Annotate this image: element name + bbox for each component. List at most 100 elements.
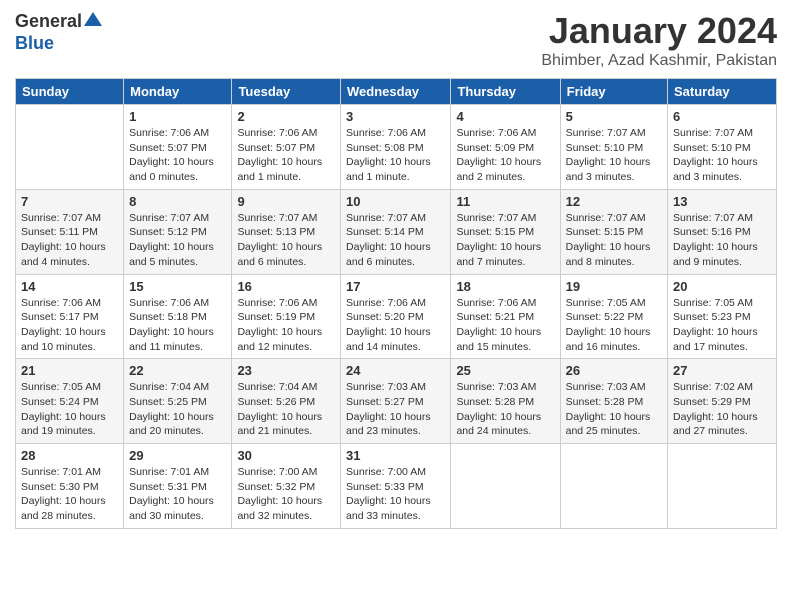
calendar-cell: 29 Sunrise: 7:01 AM Sunset: 5:31 PM Dayli… (124, 444, 232, 529)
day-number: 9 (237, 194, 335, 209)
day-number: 22 (129, 363, 226, 378)
weekday-header-monday: Monday (124, 79, 232, 105)
day-info: Sunrise: 7:06 AM Sunset: 5:19 PM Dayligh… (237, 296, 335, 355)
day-number: 3 (346, 109, 445, 124)
day-number: 13 (673, 194, 771, 209)
logo-blue-text: Blue (15, 33, 54, 54)
day-info: Sunrise: 7:06 AM Sunset: 5:17 PM Dayligh… (21, 296, 118, 355)
calendar-cell: 12 Sunrise: 7:07 AM Sunset: 5:15 PM Dayli… (560, 189, 667, 274)
day-info: Sunrise: 7:05 AM Sunset: 5:22 PM Dayligh… (566, 296, 662, 355)
calendar-cell: 24 Sunrise: 7:03 AM Sunset: 5:27 PM Dayli… (341, 359, 451, 444)
calendar-table: SundayMondayTuesdayWednesdayThursdayFrid… (15, 78, 777, 529)
day-info: Sunrise: 7:06 AM Sunset: 5:07 PM Dayligh… (237, 126, 335, 185)
calendar-cell: 1 Sunrise: 7:06 AM Sunset: 5:07 PM Daylig… (124, 105, 232, 190)
calendar-cell: 8 Sunrise: 7:07 AM Sunset: 5:12 PM Daylig… (124, 189, 232, 274)
weekday-header-saturday: Saturday (668, 79, 777, 105)
calendar-cell: 11Sunrise: 7:07 AM Sunset: 5:15 PM Dayli… (451, 189, 560, 274)
calendar-cell: 3 Sunrise: 7:06 AM Sunset: 5:08 PM Daylig… (341, 105, 451, 190)
day-info: Sunrise: 7:07 AM Sunset: 5:10 PM Dayligh… (566, 126, 662, 185)
calendar-cell: 18 Sunrise: 7:06 AM Sunset: 5:21 PM Dayli… (451, 274, 560, 359)
weekday-header-row: SundayMondayTuesdayWednesdayThursdayFrid… (16, 79, 777, 105)
weekday-header-wednesday: Wednesday (341, 79, 451, 105)
day-number: 30 (237, 448, 335, 463)
calendar-cell: 21Sunrise: 7:05 AM Sunset: 5:24 PM Dayli… (16, 359, 124, 444)
day-info: Sunrise: 7:06 AM Sunset: 5:09 PM Dayligh… (456, 126, 554, 185)
day-number: 2 (237, 109, 335, 124)
day-number: 6 (673, 109, 771, 124)
day-info: Sunrise: 7:07 AM Sunset: 5:13 PM Dayligh… (237, 211, 335, 270)
day-info: Sunrise: 7:06 AM Sunset: 5:07 PM Dayligh… (129, 126, 226, 185)
day-info: Sunrise: 7:03 AM Sunset: 5:28 PM Dayligh… (566, 380, 662, 439)
calendar-week-row: 7 Sunrise: 7:07 AM Sunset: 5:11 PM Daylig… (16, 189, 777, 274)
calendar-cell: 16 Sunrise: 7:06 AM Sunset: 5:19 PM Dayli… (232, 274, 341, 359)
calendar-cell: 27Sunrise: 7:02 AM Sunset: 5:29 PM Dayli… (668, 359, 777, 444)
calendar-week-row: 14 Sunrise: 7:06 AM Sunset: 5:17 PM Dayli… (16, 274, 777, 359)
weekday-header-tuesday: Tuesday (232, 79, 341, 105)
weekday-header-thursday: Thursday (451, 79, 560, 105)
calendar-week-row: 1 Sunrise: 7:06 AM Sunset: 5:07 PM Daylig… (16, 105, 777, 190)
day-info: Sunrise: 7:00 AM Sunset: 5:33 PM Dayligh… (346, 465, 445, 524)
logo: General Blue (15, 10, 102, 54)
day-number: 24 (346, 363, 445, 378)
weekday-header-sunday: Sunday (16, 79, 124, 105)
calendar-cell: 25 Sunrise: 7:03 AM Sunset: 5:28 PM Dayli… (451, 359, 560, 444)
day-number: 5 (566, 109, 662, 124)
calendar-week-row: 21Sunrise: 7:05 AM Sunset: 5:24 PM Dayli… (16, 359, 777, 444)
location-title: Bhimber, Azad Kashmir, Pakistan (541, 52, 777, 70)
day-number: 8 (129, 194, 226, 209)
day-number: 31 (346, 448, 445, 463)
calendar-cell (560, 444, 667, 529)
calendar-cell (16, 105, 124, 190)
day-number: 15 (129, 279, 226, 294)
day-info: Sunrise: 7:07 AM Sunset: 5:10 PM Dayligh… (673, 126, 771, 185)
calendar-cell: 13Sunrise: 7:07 AM Sunset: 5:16 PM Dayli… (668, 189, 777, 274)
day-info: Sunrise: 7:07 AM Sunset: 5:14 PM Dayligh… (346, 211, 445, 270)
day-number: 26 (566, 363, 662, 378)
day-number: 12 (566, 194, 662, 209)
day-info: Sunrise: 7:03 AM Sunset: 5:27 PM Dayligh… (346, 380, 445, 439)
calendar-cell: 22 Sunrise: 7:04 AM Sunset: 5:25 PM Dayli… (124, 359, 232, 444)
day-info: Sunrise: 7:06 AM Sunset: 5:08 PM Dayligh… (346, 126, 445, 185)
day-number: 23 (237, 363, 335, 378)
day-number: 4 (456, 109, 554, 124)
day-number: 27 (673, 363, 771, 378)
day-info: Sunrise: 7:07 AM Sunset: 5:12 PM Dayligh… (129, 211, 226, 270)
calendar-cell: 9 Sunrise: 7:07 AM Sunset: 5:13 PM Daylig… (232, 189, 341, 274)
day-number: 28 (21, 448, 118, 463)
day-info: Sunrise: 7:00 AM Sunset: 5:32 PM Dayligh… (237, 465, 335, 524)
day-info: Sunrise: 7:06 AM Sunset: 5:21 PM Dayligh… (456, 296, 554, 355)
day-number: 19 (566, 279, 662, 294)
day-info: Sunrise: 7:05 AM Sunset: 5:23 PM Dayligh… (673, 296, 771, 355)
day-number: 16 (237, 279, 335, 294)
day-info: Sunrise: 7:07 AM Sunset: 5:11 PM Dayligh… (21, 211, 118, 270)
day-number: 18 (456, 279, 554, 294)
calendar-cell: 30 Sunrise: 7:00 AM Sunset: 5:32 PM Dayli… (232, 444, 341, 529)
day-info: Sunrise: 7:04 AM Sunset: 5:25 PM Dayligh… (129, 380, 226, 439)
calendar-cell: 23 Sunrise: 7:04 AM Sunset: 5:26 PM Dayli… (232, 359, 341, 444)
calendar-cell: 26 Sunrise: 7:03 AM Sunset: 5:28 PM Dayli… (560, 359, 667, 444)
calendar-cell: 4 Sunrise: 7:06 AM Sunset: 5:09 PM Daylig… (451, 105, 560, 190)
day-info: Sunrise: 7:04 AM Sunset: 5:26 PM Dayligh… (237, 380, 335, 439)
logo-triangle-icon (84, 10, 102, 28)
calendar-cell: 15Sunrise: 7:06 AM Sunset: 5:18 PM Dayli… (124, 274, 232, 359)
day-number: 20 (673, 279, 771, 294)
day-info: Sunrise: 7:01 AM Sunset: 5:31 PM Dayligh… (129, 465, 226, 524)
day-number: 1 (129, 109, 226, 124)
day-number: 25 (456, 363, 554, 378)
calendar-cell: 19 Sunrise: 7:05 AM Sunset: 5:22 PM Dayli… (560, 274, 667, 359)
calendar-cell: 5 Sunrise: 7:07 AM Sunset: 5:10 PM Daylig… (560, 105, 667, 190)
calendar-cell: 10 Sunrise: 7:07 AM Sunset: 5:14 PM Dayli… (341, 189, 451, 274)
day-info: Sunrise: 7:01 AM Sunset: 5:30 PM Dayligh… (21, 465, 118, 524)
day-info: Sunrise: 7:06 AM Sunset: 5:20 PM Dayligh… (346, 296, 445, 355)
day-info: Sunrise: 7:07 AM Sunset: 5:15 PM Dayligh… (566, 211, 662, 270)
weekday-header-friday: Friday (560, 79, 667, 105)
day-number: 10 (346, 194, 445, 209)
day-number: 14 (21, 279, 118, 294)
calendar-cell: 17Sunrise: 7:06 AM Sunset: 5:20 PM Dayli… (341, 274, 451, 359)
day-info: Sunrise: 7:03 AM Sunset: 5:28 PM Dayligh… (456, 380, 554, 439)
title-area: January 2024 Bhimber, Azad Kashmir, Paki… (541, 10, 777, 70)
day-number: 7 (21, 194, 118, 209)
calendar-week-row: 28 Sunrise: 7:01 AM Sunset: 5:30 PM Dayli… (16, 444, 777, 529)
day-number: 29 (129, 448, 226, 463)
logo-general-text: General (15, 11, 82, 32)
